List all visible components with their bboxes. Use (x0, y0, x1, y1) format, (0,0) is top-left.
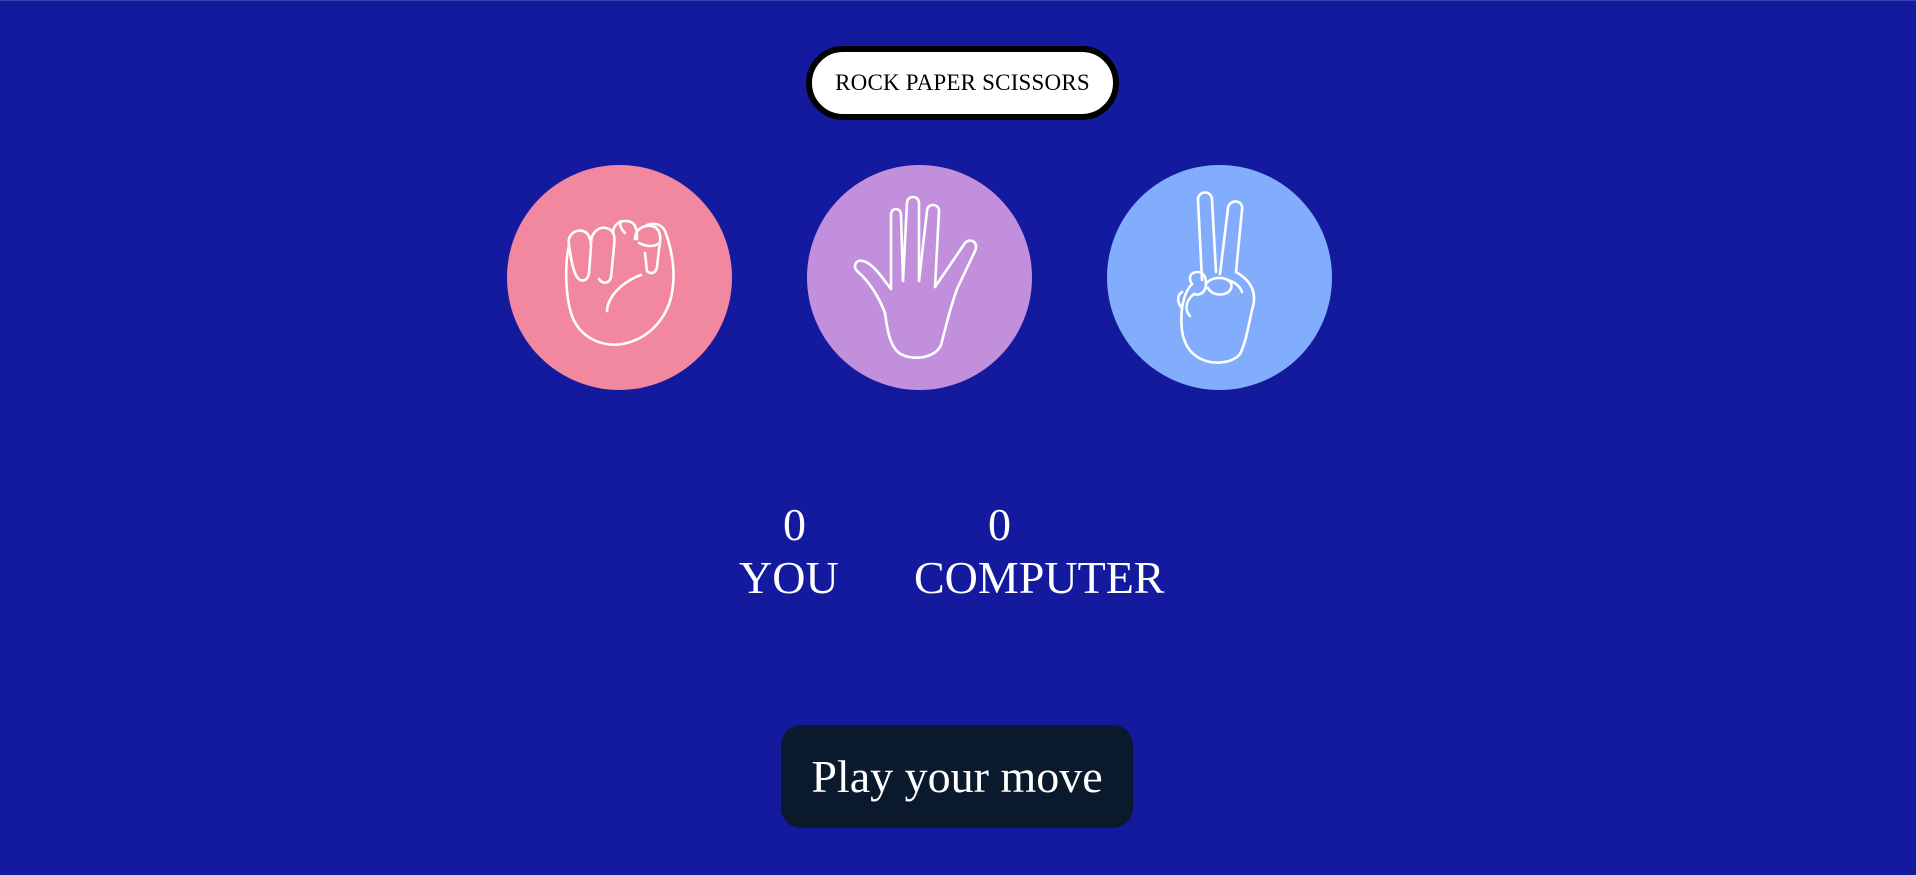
result-message-button[interactable]: Play your move (781, 725, 1133, 828)
computer-score: 0 (988, 499, 1011, 550)
scissors-choice-button[interactable] (1107, 165, 1332, 390)
top-border (0, 0, 1916, 1)
result-message: Play your move (811, 751, 1103, 802)
fist-icon (564, 219, 675, 346)
game-title: ROCK PAPER SCISSORS (835, 70, 1090, 95)
open-hand-icon (853, 195, 977, 359)
user-score-label: YOU (739, 552, 839, 603)
rock-choice-button[interactable] (507, 165, 732, 390)
computer-score-label: COMPUTER (914, 552, 1165, 603)
peace-hand-icon (1176, 190, 1255, 364)
user-score: 0 (783, 499, 806, 550)
game-title-badge: ROCK PAPER SCISSORS (806, 46, 1119, 120)
paper-choice-button[interactable] (807, 165, 1032, 390)
